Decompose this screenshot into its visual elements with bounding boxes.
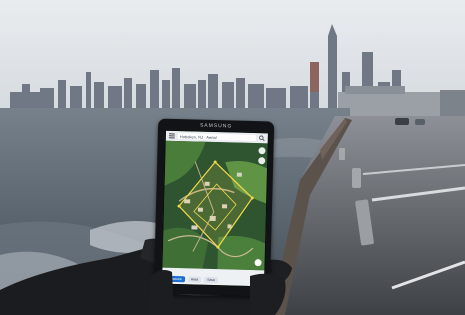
glove-fingers <box>150 270 286 315</box>
compass-icon[interactable] <box>258 157 266 165</box>
map-controls <box>258 147 266 165</box>
layers-icon[interactable] <box>258 147 266 155</box>
aerial-map-view[interactable] <box>162 140 268 271</box>
map-search-input[interactable]: Hoboken, NJ · Aerial <box>177 133 256 142</box>
menu-icon[interactable] <box>168 133 175 139</box>
photo-scene: SAMSUNG Hoboken, NJ · Aerial Measure Are… <box>0 0 465 315</box>
search-icon[interactable] <box>259 135 265 142</box>
